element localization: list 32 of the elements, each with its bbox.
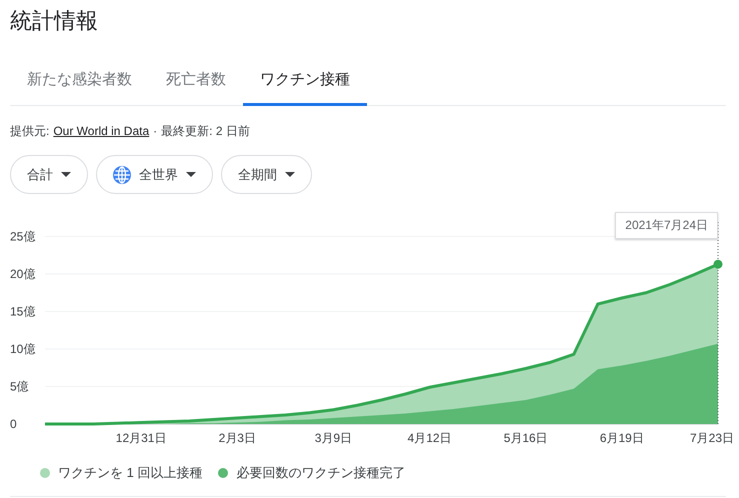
caret-icon	[285, 172, 295, 177]
source-label: 提供元:	[10, 123, 50, 140]
y-axis-label: 0	[10, 417, 17, 431]
y-axis-label: 10億	[10, 342, 36, 356]
y-axis-label: 15億	[10, 304, 36, 318]
x-axis-label: 2月3日	[218, 431, 256, 445]
x-axis-label: 4月12日	[408, 431, 452, 445]
y-axis-label: 25億	[10, 230, 36, 244]
date-tooltip: 2021年7月24日	[615, 212, 718, 239]
y-axis-label: 20億	[10, 267, 36, 281]
legend-label: 必要回数のワクチン接種完了	[236, 464, 406, 482]
x-axis-label: 5月16日	[504, 431, 548, 445]
tab[interactable]: ワクチン接種	[243, 58, 367, 106]
page-title: 統計情報	[10, 7, 99, 35]
filter-dropdown[interactable]: 合計	[10, 155, 88, 194]
tab[interactable]: 新たな感染者数	[10, 58, 149, 106]
separator: ·	[153, 124, 158, 138]
x-axis-label: 6月19日	[600, 431, 644, 445]
data-point	[714, 260, 722, 269]
x-axis-label: 12月31日	[116, 431, 166, 445]
last-updated: 最終更新: 2 日前	[161, 123, 250, 140]
globe-icon	[113, 166, 131, 184]
x-axis-label: 3月9日	[314, 431, 352, 445]
source-link[interactable]: Our World in Data	[53, 124, 150, 138]
caret-icon	[61, 172, 71, 177]
filter-dropdown[interactable]: 全世界	[96, 155, 213, 194]
caret-icon	[186, 172, 196, 177]
tab[interactable]: 死亡者数	[149, 58, 243, 106]
filter-dropdown[interactable]: 全期間	[221, 155, 312, 194]
y-axis-label: 5億	[10, 380, 29, 394]
legend-label: ワクチンを 1 回以上接種	[58, 464, 202, 482]
x-axis-label: 7月23日	[690, 431, 734, 445]
